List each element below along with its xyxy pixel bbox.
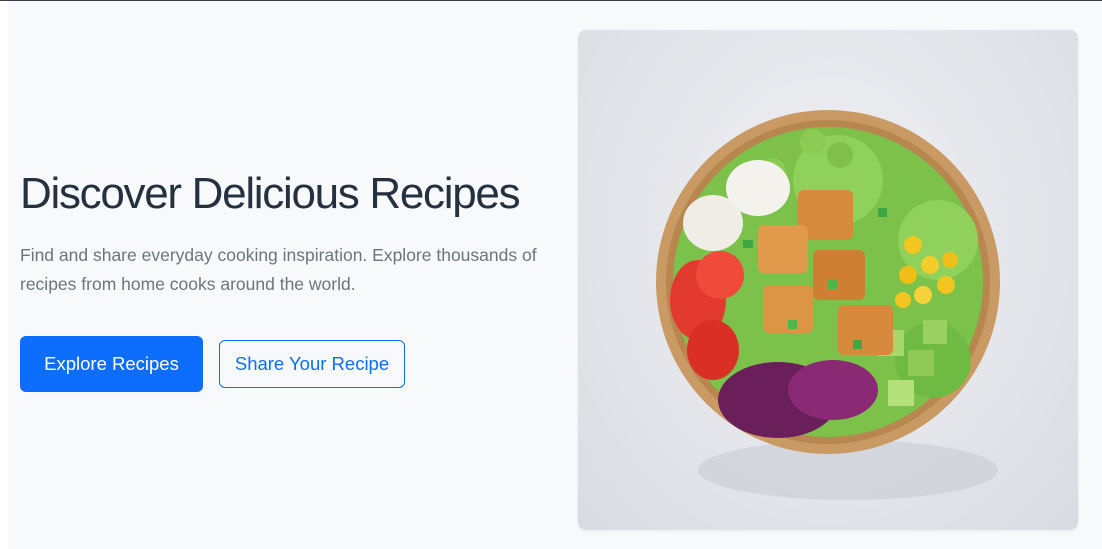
hero-description: Find and share everyday cooking inspirat… xyxy=(20,245,537,294)
hero-section: Discover Delicious Recipes Find and shar… xyxy=(8,1,1102,549)
salad-bowl-illustration xyxy=(656,110,1000,500)
salad-bowl-image xyxy=(578,30,1078,530)
share-recipe-button[interactable]: Share Your Recipe xyxy=(219,340,405,388)
hero-title: Discover Delicious Recipes xyxy=(20,169,521,218)
explore-recipes-button[interactable]: Explore Recipes xyxy=(20,336,203,392)
